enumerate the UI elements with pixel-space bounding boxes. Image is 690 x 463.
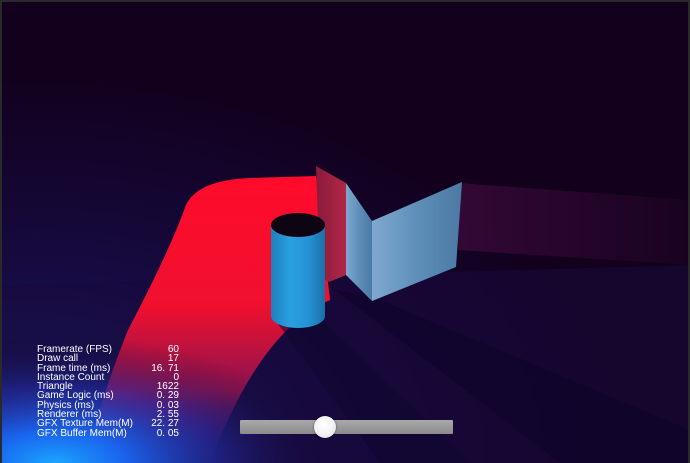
window-border-top [0, 0, 690, 2]
slider-track[interactable] [240, 420, 453, 434]
game-viewport[interactable]: Framerate (FPS) 60 Draw call 17 Frame time (… [0, 0, 690, 463]
stat-value: 0. 05 [156, 427, 179, 439]
profiler-stats-panel: Framerate (FPS) 60 Draw call 17 Frame time (… [37, 344, 182, 439]
cylinder-body [271, 227, 325, 328]
value-slider[interactable] [240, 416, 453, 438]
stat-row: GFX Buffer Mem(M) 0. 05 [37, 427, 182, 439]
cylinder-top [271, 213, 325, 237]
window-border-left [0, 0, 2, 463]
stat-label: GFX Buffer Mem(M) [37, 427, 127, 439]
